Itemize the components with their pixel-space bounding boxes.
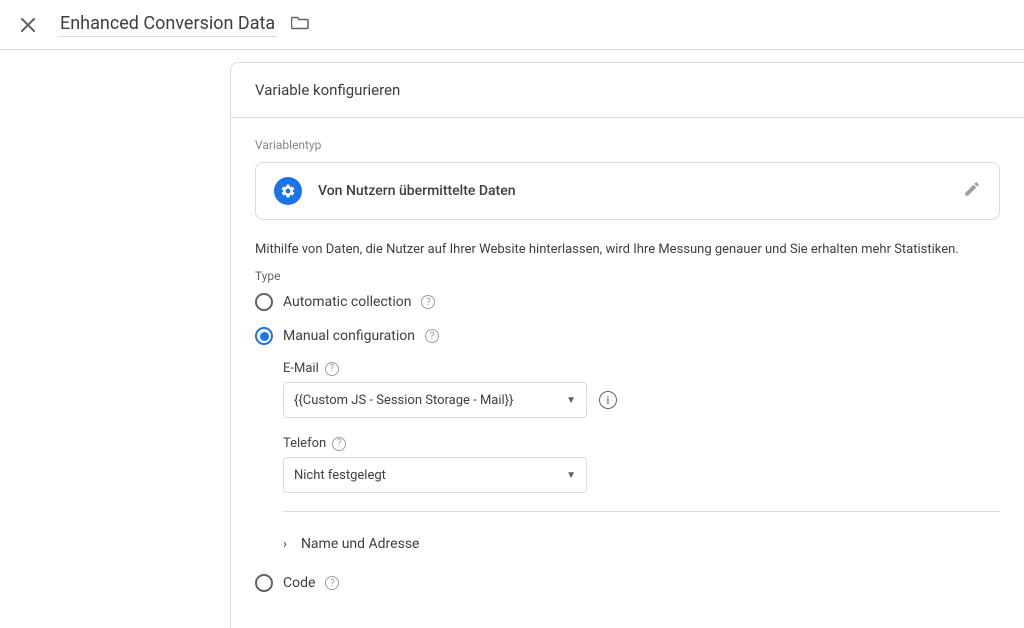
telefon-label: Telefon	[283, 436, 326, 451]
email-field-group: E-Mail ? {{Custom JS - Session Storage -…	[283, 361, 1000, 418]
help-icon[interactable]: ?	[332, 437, 346, 451]
telefon-select[interactable]: Nicht festgelegt ▼	[283, 457, 587, 493]
chevron-down-icon: ▼	[566, 470, 576, 481]
panel-title: Variable konfigurieren	[231, 63, 1024, 118]
close-icon	[21, 18, 35, 32]
help-icon[interactable]: ?	[425, 329, 439, 343]
help-icon[interactable]: ?	[325, 362, 339, 376]
chevron-down-icon: ▼	[566, 395, 576, 406]
close-button[interactable]	[16, 13, 40, 37]
radio-label: Manual configuration	[283, 328, 415, 344]
radio-automatic-collection[interactable]: Automatic collection ?	[255, 293, 1000, 311]
variable-type-label: Variablentyp	[255, 138, 1000, 152]
help-icon[interactable]: ?	[325, 576, 339, 590]
telefon-field-group: Telefon ? Nicht festgelegt ▼	[283, 436, 1000, 493]
telefon-value: Nicht festgelegt	[294, 468, 386, 483]
radio-code[interactable]: Code ?	[255, 574, 1000, 592]
divider	[283, 511, 1000, 512]
radio-manual-configuration[interactable]: Manual configuration ?	[255, 327, 1000, 345]
name-address-label: Name und Adresse	[301, 536, 420, 552]
radio-icon	[255, 574, 273, 592]
radio-icon	[255, 293, 273, 311]
variable-type-name: Von Nutzern übermittelte Daten	[318, 183, 947, 199]
chevron-right-icon: ›	[283, 537, 287, 552]
gear-badge-icon	[274, 177, 302, 205]
folder-icon[interactable]	[291, 15, 309, 34]
variable-type-card[interactable]: Von Nutzern übermittelte Daten	[255, 162, 1000, 220]
radio-label: Automatic collection	[283, 294, 411, 310]
email-label: E-Mail	[283, 361, 319, 376]
email-select[interactable]: {{Custom JS - Session Storage - Mail}} ▼	[283, 382, 587, 418]
info-icon[interactable]: i	[599, 391, 617, 409]
type-label: Type	[255, 269, 1000, 283]
edit-icon[interactable]	[963, 180, 981, 202]
top-bar: Enhanced Conversion Data	[0, 0, 1024, 50]
radio-label: Code	[283, 575, 315, 591]
email-value: {{Custom JS - Session Storage - Mail}}	[294, 393, 514, 408]
name-address-expander[interactable]: › Name und Adresse	[283, 530, 1000, 558]
radio-icon	[255, 327, 273, 345]
description-text: Mithilfe von Daten, die Nutzer auf Ihrer…	[255, 242, 1000, 257]
page-title[interactable]: Enhanced Conversion Data	[60, 13, 275, 37]
help-icon[interactable]: ?	[421, 295, 435, 309]
config-panel: Variable konfigurieren Variablentyp Von …	[230, 62, 1024, 628]
